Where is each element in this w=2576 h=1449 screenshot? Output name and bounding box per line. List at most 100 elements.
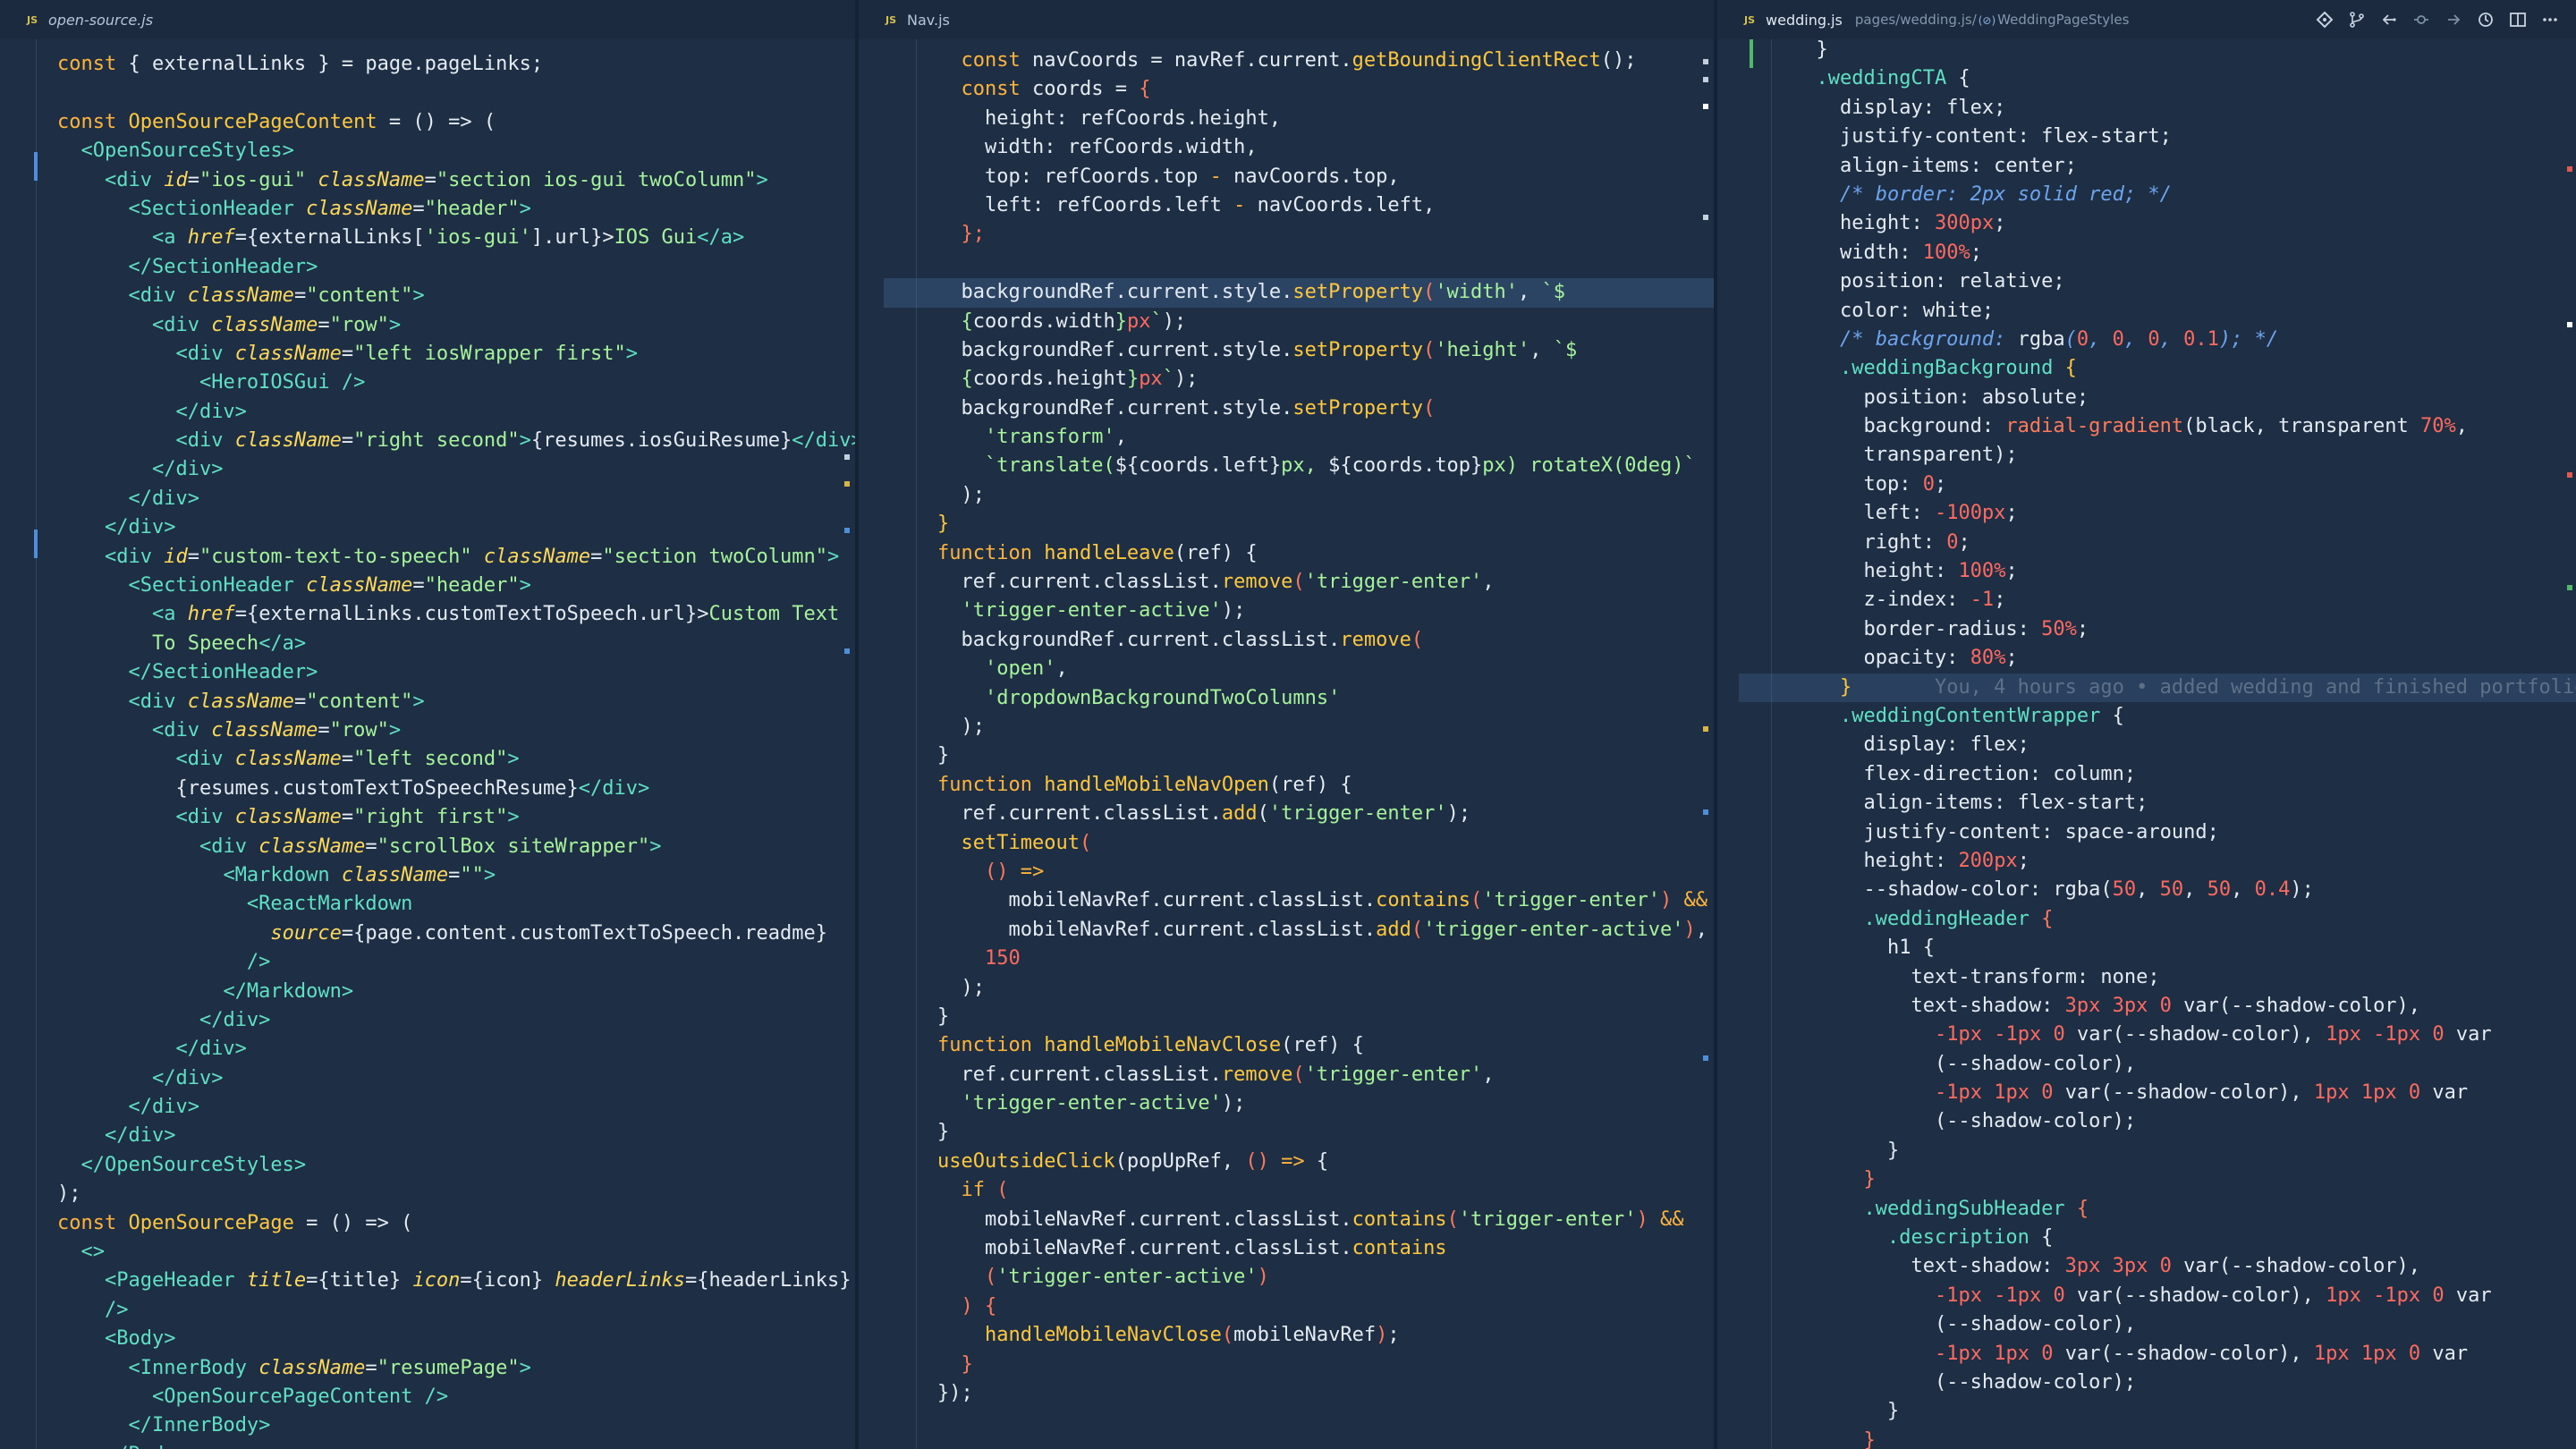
code-line[interactable]: <SectionHeader className="header"> [57, 195, 855, 224]
code-line[interactable]: ); [937, 974, 1714, 1003]
code-line[interactable]: display: flex; [1792, 731, 2576, 759]
code-line[interactable]: <OpenSourcePageContent /> [57, 1383, 855, 1411]
code-line[interactable]: </div> [57, 513, 855, 542]
code-line[interactable]: ); [937, 481, 1714, 510]
code-line[interactable]: } [1792, 1137, 2576, 1165]
code-line[interactable]: ); [57, 1180, 855, 1208]
code-editor[interactable]: } .weddingCTA { display: flex; justify-c… [1717, 36, 2576, 1449]
code-line[interactable]: <div className="right first"> [57, 803, 855, 832]
code-line[interactable]: ref.current.classList.remove('trigger-en… [937, 1061, 1714, 1089]
code-line[interactable]: </div> [57, 1006, 855, 1035]
code-line[interactable]: ) { [937, 1292, 1714, 1321]
code-line[interactable]: function handleLeave(ref) { [937, 539, 1714, 568]
code-line[interactable]: height: 300px; [1792, 209, 2576, 238]
code-line[interactable]: border-radius: 50%; [1792, 615, 2576, 644]
code-line[interactable]: To Speech</a> [57, 630, 855, 658]
code-line[interactable]: } [937, 510, 1714, 538]
code-line[interactable]: source={page.content.customTextToSpeech.… [57, 919, 855, 948]
code-line[interactable]: text-transform: none; [1792, 963, 2576, 992]
code-line[interactable]: } [937, 1351, 1714, 1379]
code-line[interactable]: (--shadow-color); [1792, 1368, 2576, 1397]
code-line[interactable]: (--shadow-color), [1792, 1310, 2576, 1339]
code-line[interactable]: position: absolute; [1792, 384, 2576, 412]
code-line[interactable]: } [937, 741, 1714, 770]
code-line[interactable]: <div id="custom-text-to-speech" classNam… [57, 543, 855, 572]
split-editor-icon[interactable] [2508, 10, 2528, 30]
arrow-left-icon[interactable] [2379, 10, 2399, 30]
code-line[interactable]: .weddingSubHeader { [1792, 1195, 2576, 1224]
code-line[interactable]: <InnerBody className="resumePage"> [57, 1354, 855, 1383]
code-line[interactable]: </InnerBody> [57, 1411, 855, 1440]
code-line[interactable]: }); [937, 1379, 1714, 1408]
code-line[interactable]: color: white; [1792, 297, 2576, 326]
code-line[interactable]: /* border: 2px solid red; */ [1792, 181, 2576, 209]
code-line[interactable]: -1px -1px 0 var(--shadow-color), 1px -1p… [1792, 1021, 2576, 1049]
code-line[interactable]: <HeroIOSGui /> [57, 369, 855, 397]
arrow-right-icon[interactable] [2444, 10, 2463, 30]
code-line[interactable]: ); [937, 713, 1714, 741]
code-line[interactable]: <a href={externalLinks['ios-gui'].url}>I… [57, 224, 855, 252]
git-branch-icon[interactable] [2347, 10, 2367, 30]
code-line[interactable]: ref.current.classList.remove('trigger-en… [937, 568, 1714, 597]
breadcrumb[interactable]: pages/wedding.js/(⊘) WeddingPageStyles [1855, 12, 2130, 28]
code-line[interactable]: useOutsideClick(popUpRef, () => { [937, 1148, 1714, 1176]
code-line[interactable]: <div className="right second">{resumes.i… [57, 427, 855, 455]
code-line[interactable]: <div className="row"> [57, 716, 855, 745]
code-line[interactable]: 'trigger-enter-active'); [937, 597, 1714, 625]
code-line[interactable]: <div className="content"> [57, 282, 855, 310]
code-line[interactable]: backgroundRef.current.classList.remove( [937, 626, 1714, 655]
code-line[interactable]: .description { [1792, 1224, 2576, 1252]
code-line[interactable]: backgroundRef.current.style.setProperty(… [884, 278, 1714, 308]
code-line[interactable]: 'open', [937, 655, 1714, 683]
code-line[interactable]: <ReactMarkdown [57, 890, 855, 919]
code-line[interactable]: display: flex; [1792, 94, 2576, 123]
code-line[interactable]: mobileNavRef.current.classList.contains(… [937, 1206, 1714, 1234]
code-line[interactable]: 150 [937, 945, 1714, 973]
code-line[interactable]: -1px -1px 0 var(--shadow-color), 1px -1p… [1792, 1282, 2576, 1310]
code-line[interactable]: ('trigger-enter-active') [937, 1263, 1714, 1292]
code-line[interactable]: align-items: center; [1792, 152, 2576, 181]
code-line[interactable]: <div className="content"> [57, 688, 855, 716]
git-compare-icon[interactable] [2315, 10, 2334, 30]
code-line[interactable]: setTimeout( [937, 829, 1714, 858]
code-line[interactable]: <PageHeader title={title} icon={icon} he… [57, 1267, 855, 1295]
code-line[interactable]: {coords.width}px`); [937, 308, 1714, 336]
code-line[interactable]: -1px 1px 0 var(--shadow-color), 1px 1px … [1792, 1079, 2576, 1107]
code-line[interactable]: right: 0; [1792, 529, 2576, 557]
code-line[interactable]: 'transform', [937, 423, 1714, 452]
code-line[interactable]: height: 100%; [1792, 557, 2576, 586]
code-line[interactable]: </div> [57, 1064, 855, 1093]
code-line[interactable]: height: 200px; [1792, 847, 2576, 876]
code-line[interactable]: () => [937, 858, 1714, 886]
code-line[interactable]: <SectionHeader className="header"> [57, 572, 855, 600]
code-line[interactable]: </Body> [57, 1441, 855, 1449]
code-line[interactable]: </div> [57, 398, 855, 427]
code-line[interactable]: } [1792, 1397, 2576, 1426]
code-line[interactable]: <Markdown className=""> [57, 861, 855, 890]
code-line[interactable]: /> [57, 948, 855, 977]
code-line[interactable]: </Markdown> [57, 978, 855, 1006]
circle-dot-icon[interactable] [2411, 10, 2431, 30]
code-line[interactable]: </div> [57, 1093, 855, 1122]
code-line[interactable]: -1px 1px 0 var(--shadow-color), 1px 1px … [1792, 1340, 2576, 1368]
code-line[interactable]: text-shadow: 3px 3px 0 var(--shadow-colo… [1792, 992, 2576, 1021]
code-line[interactable]: mobileNavRef.current.classList.add('trig… [937, 916, 1714, 945]
code-line[interactable]: opacity: 80%; [1792, 644, 2576, 673]
code-line[interactable]: ref.current.classList.add('trigger-enter… [937, 800, 1714, 828]
code-line[interactable]: position: relative; [1792, 267, 2576, 296]
code-line[interactable]: </div> [57, 485, 855, 513]
code-line[interactable]: <a href={externalLinks.customTextToSpeec… [57, 600, 855, 629]
code-line[interactable]: .weddingCTA { [1792, 64, 2576, 93]
code-line[interactable]: background: radial-gradient(black, trans… [1792, 412, 2576, 441]
code-line[interactable]: height: refCoords.height, [937, 105, 1714, 133]
code-line[interactable]: 'dropdownBackgroundTwoColumns' [937, 684, 1714, 713]
code-line[interactable]: left: refCoords.left - navCoords.left, [937, 191, 1714, 220]
code-line[interactable]: } [937, 1118, 1714, 1147]
code-line[interactable]: function handleMobileNavClose(ref) { [937, 1031, 1714, 1060]
code-line[interactable]: <div className="left iosWrapper first"> [57, 340, 855, 369]
code-line[interactable]: top: 0; [1792, 470, 2576, 499]
code-line[interactable]: backgroundRef.current.style.setProperty( [937, 394, 1714, 423]
code-line[interactable]: /> [57, 1296, 855, 1325]
code-line[interactable]: top: refCoords.top - navCoords.top, [937, 163, 1714, 191]
code-line[interactable]: flex-direction: column; [1792, 760, 2576, 789]
